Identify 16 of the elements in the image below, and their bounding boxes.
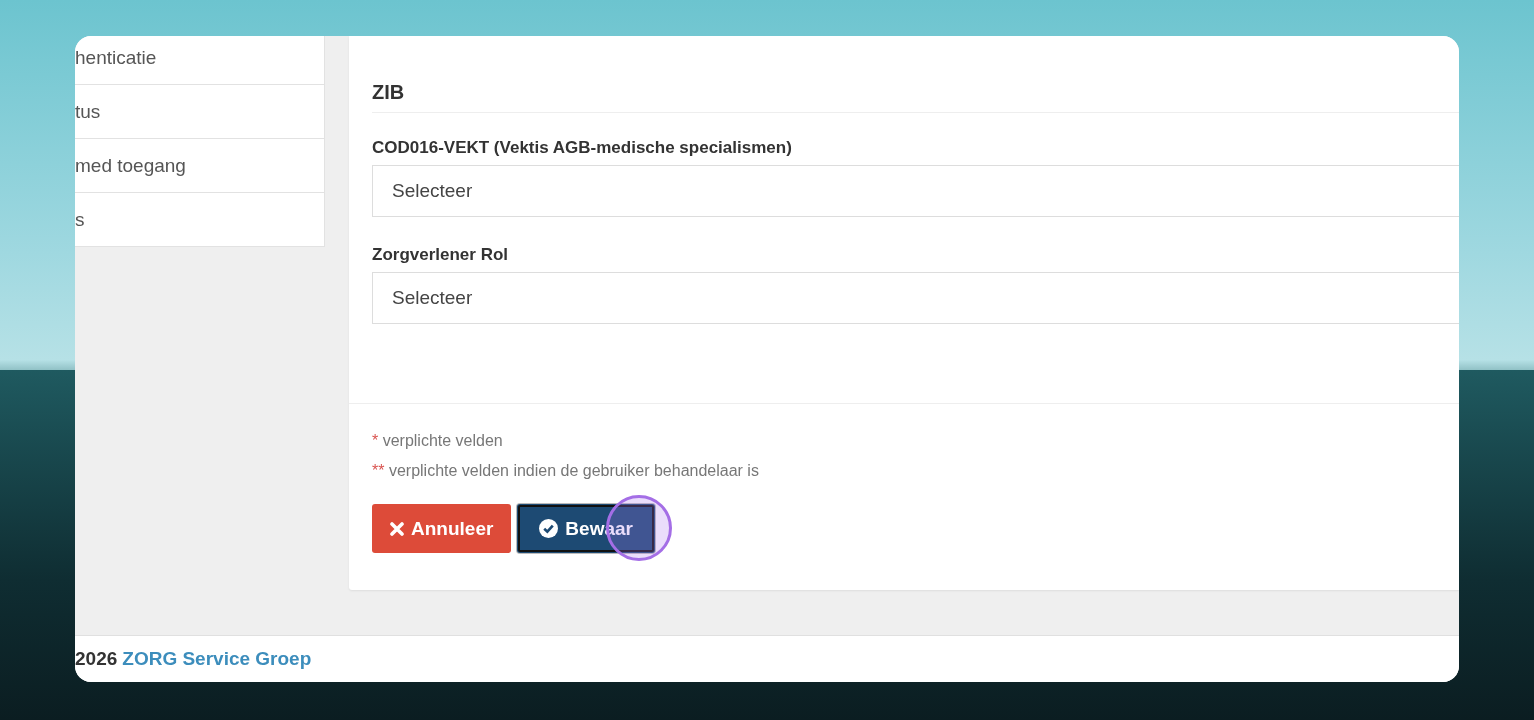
required-note: ** verplichte velden indien de gebruiker behandelaar is — [372, 462, 760, 480]
check-circle-icon — [539, 519, 559, 538]
sidebar-item[interactable]: tus — [75, 84, 324, 138]
sidebar-item[interactable]: s — [75, 192, 324, 246]
close-icon — [390, 521, 404, 536]
select-field[interactable]: Selecteer — [372, 272, 1459, 324]
field-label: COD016-VEKT (Vektis AGB-medische specialismen) — [372, 138, 793, 158]
section-title: ZIB — [372, 81, 1459, 113]
sidebar-item[interactable]: med toegang — [75, 138, 324, 192]
select-field[interactable]: Selecteer — [372, 165, 1459, 217]
copyright-year: 2026 — [75, 648, 118, 670]
cancel-button[interactable]: Annuleer — [372, 504, 512, 553]
required-note: * verplichte velden — [372, 432, 504, 450]
company-link[interactable]: ZORG Service Groep — [122, 648, 312, 670]
field-label: Zorgverlener Rol — [372, 245, 510, 265]
sidebar-item[interactable]: henticatie — [75, 36, 324, 84]
